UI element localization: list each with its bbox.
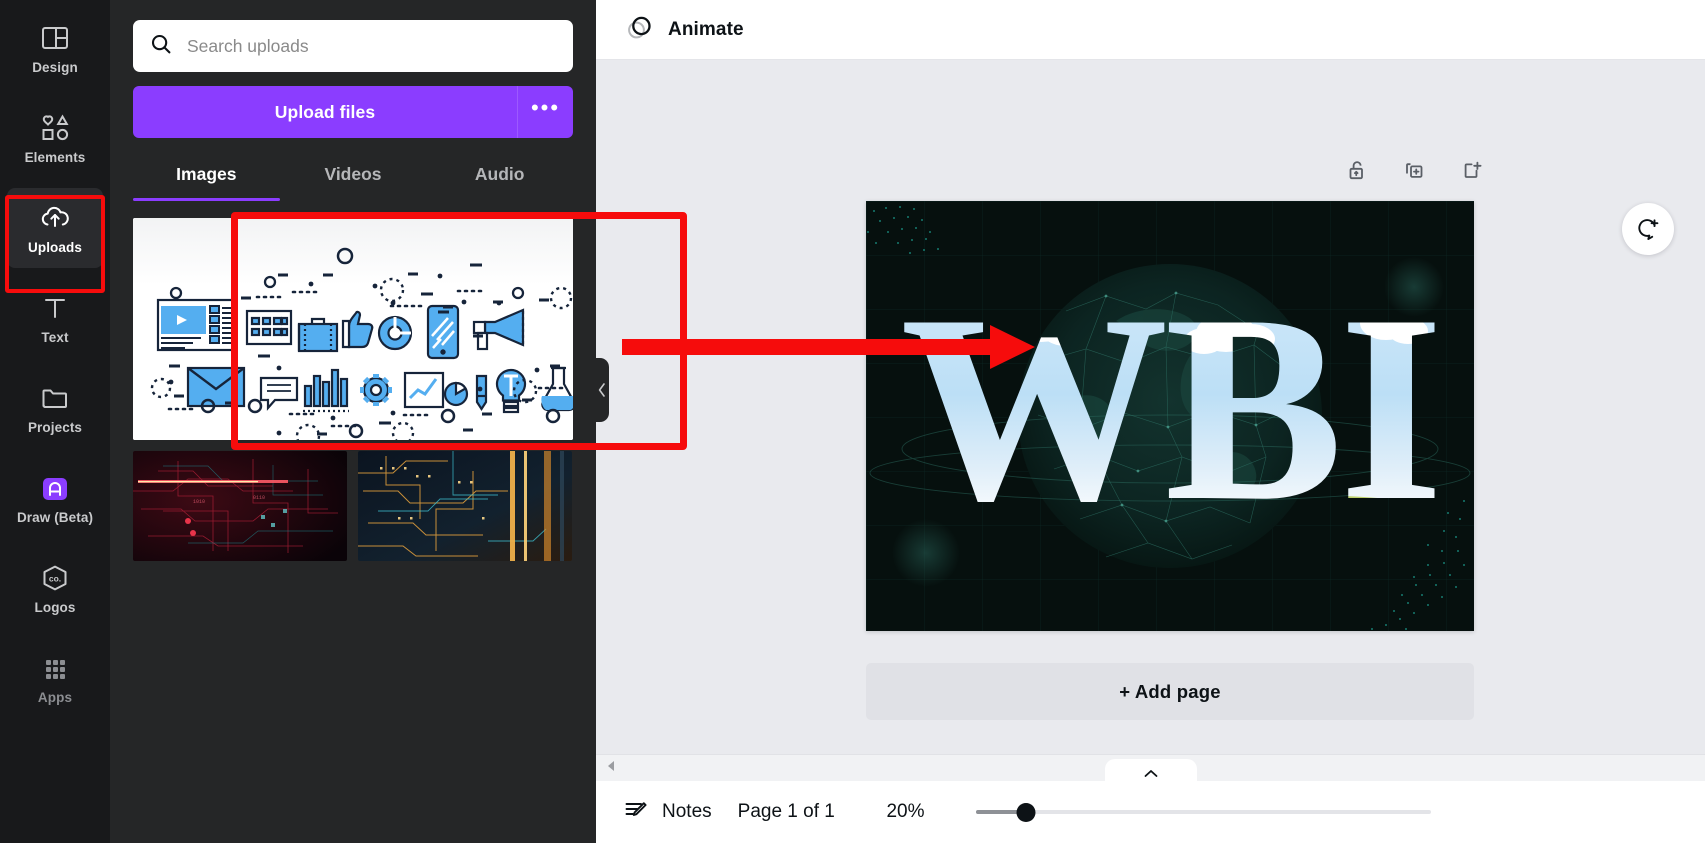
animate-button[interactable]: Animate <box>616 7 752 52</box>
sidebar-item-label: Uploads <box>28 239 82 255</box>
lock-icon[interactable] <box>1345 158 1370 188</box>
canvas-scroll-area[interactable]: WBI <box>596 60 1705 754</box>
svg-text:1010: 1010 <box>193 499 205 505</box>
draw-pen-icon <box>39 472 71 504</box>
sidebar-item-logos[interactable]: co. Logos <box>7 548 103 628</box>
sidebar-item-label: Logos <box>34 599 76 615</box>
sidebar-item-label: Elements <box>24 149 86 165</box>
sidebar-item-label: Projects <box>27 419 83 435</box>
sidebar-item-projects[interactable]: Projects <box>7 368 103 448</box>
sidebar-item-label: Apps <box>37 689 73 705</box>
wbi-design-artwork: WBI <box>866 201 1474 631</box>
text-t-icon <box>39 292 71 324</box>
page-tools <box>1345 158 1484 188</box>
svg-text:0110: 0110 <box>253 495 265 501</box>
status-bar: Notes Page 1 of 1 20% <box>596 781 1705 843</box>
folder-icon <box>39 382 71 414</box>
sidebar-item-label: Draw (Beta) <box>16 509 94 525</box>
search-input[interactable] <box>187 35 557 57</box>
grid-apps-icon <box>39 652 71 684</box>
caret-left-icon[interactable] <box>606 759 616 777</box>
add-page-button[interactable]: + Add page <box>866 663 1474 720</box>
add-page-icon[interactable] <box>1459 158 1484 188</box>
zoom-controls: 20% <box>871 801 1431 823</box>
sidebar-item-apps[interactable]: Apps <box>7 638 103 718</box>
canva-editor-window: Design Elements Uploads Text Projects Dr… <box>0 0 1705 843</box>
sidebar-item-uploads[interactable]: Uploads <box>7 188 103 268</box>
sidebar-item-label: Design <box>32 59 78 75</box>
chevron-left-icon <box>598 383 605 397</box>
animate-circles-icon <box>624 13 654 46</box>
upload-type-tabs: Images Videos Audio <box>133 152 573 201</box>
sidebar-item-text[interactable]: Text <box>7 278 103 358</box>
tab-images[interactable]: Images <box>133 152 280 201</box>
list-item[interactable]: 1010 0110 <box>133 451 347 561</box>
upload-files-button[interactable]: Upload files <box>133 86 517 138</box>
sidebar-item-elements[interactable]: Elements <box>7 98 103 178</box>
layout-icon <box>39 22 71 54</box>
list-item[interactable] <box>358 451 572 561</box>
red-circuit-board-abstract: 1010 0110 <box>133 451 347 561</box>
zoom-slider[interactable] <box>975 802 1431 822</box>
zoom-level-label: 20% <box>886 801 925 822</box>
sidebar-item-draw[interactable]: Draw (Beta) <box>7 458 103 538</box>
design-toolbar: Animate <box>596 0 1705 60</box>
add-comment-button[interactable] <box>1622 203 1674 255</box>
uploads-thumbnail-grid: 1010 0110 <box>133 218 573 561</box>
panel-collapse-handle[interactable] <box>594 358 609 422</box>
svg-text:co.: co. <box>49 573 61 583</box>
orange-circuit-board-abstract <box>358 451 572 561</box>
list-item[interactable] <box>133 218 573 440</box>
uploads-panel: Upload files ••• Images Videos Audio <box>110 0 687 843</box>
tab-videos[interactable]: Videos <box>280 152 427 196</box>
upload-actions: Upload files ••• <box>133 86 573 138</box>
editor-main: Animate + Add page Notes Page 1 of 1 20% <box>596 0 1705 843</box>
search-bar[interactable] <box>133 20 573 72</box>
zoom-slider-knob[interactable] <box>1016 802 1036 822</box>
duplicate-page-icon[interactable] <box>1402 158 1427 188</box>
upload-more-options-button[interactable]: ••• <box>517 86 573 138</box>
notes-pencil-icon <box>622 797 649 827</box>
sidebar-item-label: Text <box>41 329 69 345</box>
flat-design-icons-illustration <box>133 218 573 440</box>
animate-label: Animate <box>668 18 744 40</box>
search-icon <box>149 32 173 61</box>
cloud-upload-icon <box>39 202 71 234</box>
zoom-slider-track <box>975 810 1431 814</box>
horizontal-scrollbar[interactable] <box>596 754 1705 781</box>
notes-label: Notes <box>662 801 712 822</box>
notes-button[interactable]: Notes <box>622 797 712 827</box>
page-indicator: Page 1 of 1 <box>737 801 835 822</box>
chevron-up-icon <box>1144 770 1157 777</box>
left-nav-rail: Design Elements Uploads Text Projects Dr… <box>0 0 110 843</box>
tab-audio[interactable]: Audio <box>426 152 573 196</box>
logo-co-icon: co. <box>39 562 71 594</box>
shapes-icon <box>39 112 71 144</box>
panel-expand-tab[interactable] <box>1104 759 1197 781</box>
thumbnail-row: 1010 0110 <box>133 451 573 561</box>
sidebar-item-design[interactable]: Design <box>7 8 103 88</box>
comment-add-icon <box>1637 218 1658 240</box>
design-canvas-page[interactable]: WBI <box>866 201 1474 631</box>
